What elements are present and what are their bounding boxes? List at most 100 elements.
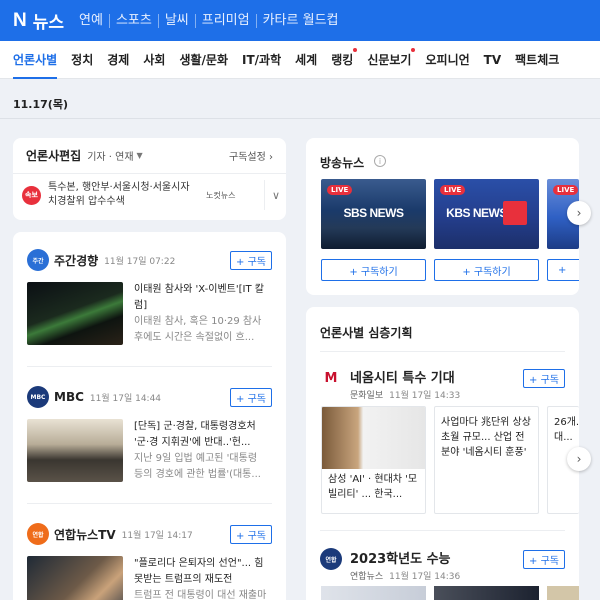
info-icon[interactable]: i <box>374 155 386 167</box>
tab-politics[interactable]: 정치 <box>71 41 93 79</box>
tab-by-press[interactable]: 언론사별 <box>13 41 58 79</box>
press-item: 연합 연합뉴스TV 11월 17일 14:17 + 구독 "플로리다 은퇴자의 … <box>27 523 272 600</box>
chevron-down-icon[interactable]: ∨ <box>263 180 280 210</box>
series-article-text: 사업마다 兆단위 상상초월 규모... 산업 전 분야 '네옴시티 훈풍' <box>441 417 531 458</box>
series-item: M 네옴시티 특수 기대 문화일보 11월 17일 14:33 + 구독 <box>320 367 565 401</box>
subscribe-button[interactable]: + 구독 <box>523 550 565 569</box>
live-badge: LIVE <box>553 185 579 195</box>
press-edit-title: 언론사편집 <box>26 149 82 163</box>
series-article-card[interactable] <box>547 586 579 600</box>
article-title[interactable]: [단독] 군·경찰, 대통령경호처 '군·경 지휘권'에 반대..'헌... <box>134 419 269 451</box>
press-edit-card: 언론사편집 기자 · 연재 ▼ 구독설정 › 속보 특수본, 행안부·서울시청·… <box>13 138 286 220</box>
chevron-right-icon[interactable]: › <box>567 447 591 471</box>
subscribe-button[interactable]: + 구독 <box>230 250 272 270</box>
article-summary: 이태원 참사, 혹은 10·29 참사 후에도 시간은 속절없이 흐... <box>134 316 262 343</box>
new-dot <box>353 47 358 52</box>
news-logo-text: 뉴스 <box>32 13 65 33</box>
tab-society[interactable]: 사회 <box>143 41 165 79</box>
press-time: 11월 17일 07:22 <box>104 256 176 267</box>
press-time: 11월 17일 14:17 <box>121 530 193 541</box>
tab-it-science[interactable]: IT/과학 <box>242 41 281 79</box>
article-image <box>322 407 425 469</box>
breaking-badge: 속보 <box>22 185 41 205</box>
top-nav-premium[interactable]: 프리미엄 <box>194 13 256 28</box>
subscribe-third-button[interactable]: + <box>547 259 579 281</box>
tab-economy[interactable]: 경제 <box>107 41 129 79</box>
new-dot <box>411 47 416 52</box>
press-name[interactable]: 주간경향 <box>54 252 98 269</box>
divider <box>320 351 565 352</box>
top-nav-worldcup[interactable]: 카타르 월드컵 <box>255 13 345 28</box>
series-article-card[interactable] <box>321 586 426 600</box>
live-badge: LIVE <box>440 185 466 195</box>
sbs-live-tile[interactable]: LIVE SBS NEWS <box>321 179 426 249</box>
tab-factcheck[interactable]: 팩트체크 <box>515 41 559 79</box>
channel-name: SBS NEWS <box>343 206 404 220</box>
press-name[interactable]: MBC <box>54 390 84 404</box>
subscribe-kbs-button[interactable]: + 구독하기 <box>434 259 539 281</box>
press-logo-icon[interactable]: MBC <box>27 386 49 408</box>
article-thumbnail[interactable] <box>27 419 123 482</box>
article-summary: 트럼프 전 대통령이 대선 재출마를 공식 선언했... <box>134 590 267 600</box>
tab-newspaper[interactable]: 신문보기 <box>367 41 416 79</box>
press-edit-filter[interactable]: 기자 · 연재 <box>87 148 133 163</box>
press-name[interactable]: 연합뉴스TV <box>54 526 116 543</box>
chevron-right-icon[interactable]: › <box>567 201 591 225</box>
series-article-card[interactable]: 삼성 'AI' · 현대차 '모빌리티' ... 한국... <box>321 406 426 514</box>
tab-opinion[interactable]: 오피니언 <box>425 41 469 79</box>
caret-down-icon[interactable]: ▼ <box>137 151 143 160</box>
subscription-settings-link[interactable]: 구독설정 › <box>229 148 273 163</box>
series-press-logo-icon[interactable]: 연합 <box>320 548 342 570</box>
press-item: MBC MBC 11월 17일 14:44 + 구독 [단독] 군·경찰, 대통… <box>27 386 272 504</box>
series-press: 문화일보 <box>350 391 384 401</box>
breaking-headline[interactable]: 특수본, 행안부·서울시청·서울시자치경찰위 압수수색 <box>48 181 198 209</box>
series-item: 연합 2023학년도 수능 연합뉴스 11월 17일 14:36 + 구독 <box>320 548 565 582</box>
press-news-card: 주간 주간경향 11월 17일 07:22 + 구독 이태원 참사와 'X-이벤… <box>13 232 286 600</box>
article-summary: 지난 9일 입법 예고된 '대통령 등의 경호에 관한 법률'(대통... <box>134 453 261 480</box>
series-press-logo-icon[interactable]: M <box>320 367 342 389</box>
top-nav: 연예 스포츠 날씨 프리미엄 카타르 월드컵 <box>73 13 345 28</box>
live-badge: LIVE <box>327 185 353 195</box>
series-time: 11월 17일 14:33 <box>389 391 461 401</box>
article-title[interactable]: 이태원 참사와 'X-이벤트'[IT 칼럼] <box>134 282 269 314</box>
subscribe-sbs-button[interactable]: + 구독하기 <box>321 259 426 281</box>
press-logo-icon[interactable]: 주간 <box>27 249 49 271</box>
breaking-source: 노컷뉴스 <box>206 190 236 200</box>
subscribe-button[interactable]: + 구독 <box>230 524 272 544</box>
top-nav-weather[interactable]: 날씨 <box>157 13 195 28</box>
tab-life-culture[interactable]: 생활/문화 <box>179 41 228 79</box>
broadcast-title: 방송뉴스 <box>320 156 365 170</box>
top-nav-entertainment[interactable]: 연예 <box>73 13 109 28</box>
tab-tv[interactable]: TV <box>484 41 501 79</box>
divider <box>320 530 565 531</box>
subscribe-button[interactable]: + 구독 <box>230 387 272 407</box>
article-thumbnail[interactable] <box>27 556 123 600</box>
series-name[interactable]: 2023학년도 수능 <box>350 548 460 567</box>
current-date: 11.17(목) <box>13 98 68 111</box>
tab-world[interactable]: 세계 <box>295 41 317 79</box>
series-article-card[interactable] <box>434 586 539 600</box>
press-logo-icon[interactable]: 연합 <box>27 523 49 545</box>
article-thumbnail[interactable] <box>27 282 123 345</box>
article-title[interactable]: "플로리다 은퇴자의 선언"... 힘 못받는 트럼프의 재도전 <box>134 556 269 588</box>
press-time: 11월 17일 14:44 <box>89 393 162 404</box>
top-bar: N 뉴스 연예 스포츠 날씨 프리미엄 카타르 월드컵 <box>0 0 600 41</box>
naver-news-logo[interactable]: N 뉴스 <box>13 8 65 34</box>
series-card-title: 언론사별 심층기획 <box>320 326 413 340</box>
series-press: 연합뉴스 <box>350 572 384 582</box>
kbs-live-tile[interactable]: LIVE KBS NEWS <box>434 179 539 249</box>
series-name[interactable]: 네옴시티 특수 기대 <box>350 367 460 386</box>
category-bar: 언론사별 정치 경제 사회 생활/문화 IT/과학 세계 랭킹 신문보기 오피니… <box>0 41 600 79</box>
series-article-card[interactable]: 사업마다 兆단위 상상초월 규모... 산업 전 분야 '네옴시티 훈풍' <box>434 406 539 514</box>
series-article-text: 삼성 'AI' · 현대차 '모빌리티' ... 한국... <box>328 474 418 500</box>
divider <box>0 118 600 119</box>
divider <box>27 366 272 367</box>
naver-logo-letter: N <box>13 9 27 31</box>
kbs-graphic <box>503 201 527 225</box>
subscribe-button[interactable]: + 구독 <box>523 369 565 388</box>
series-time: 11월 17일 14:36 <box>389 572 461 582</box>
series-article-text: 26개... 프로젝... 대... <box>554 417 579 443</box>
top-nav-sports[interactable]: 스포츠 <box>108 13 158 28</box>
tab-ranking[interactable]: 랭킹 <box>331 41 358 79</box>
press-item: 주간 주간경향 11월 17일 07:22 + 구독 이태원 참사와 'X-이벤… <box>27 249 272 367</box>
